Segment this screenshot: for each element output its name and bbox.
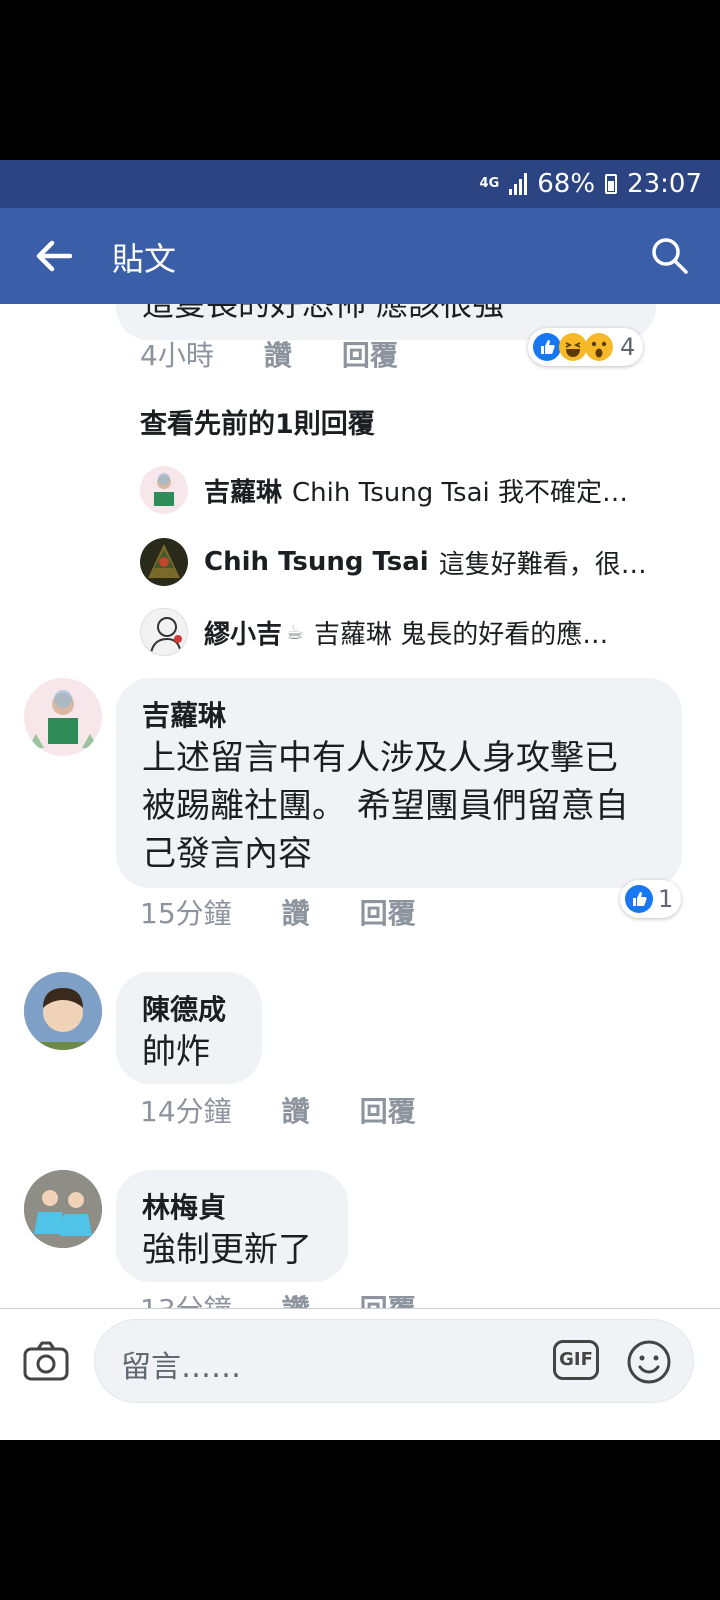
avatar <box>140 608 188 656</box>
like-button[interactable]: 讚 <box>282 892 310 932</box>
like-button[interactable]: 讚 <box>264 334 292 374</box>
like-button[interactable]: 讚 <box>282 1090 310 1130</box>
comment-meta: 4小時 讚 回覆 <box>140 334 398 374</box>
reaction-count: 1 <box>658 885 674 913</box>
avatar[interactable] <box>24 972 102 1050</box>
comment-text: 這隻長的好恐怖 應該很強 <box>142 304 505 323</box>
reaction-summary[interactable]: 4 <box>528 328 644 366</box>
avatar[interactable] <box>24 678 102 756</box>
comment-author[interactable]: 陳德成 <box>142 988 226 1028</box>
comment-meta: 15分鐘 讚 回覆 <box>140 892 416 932</box>
comments-feed: 這隻長的好恐怖 應該很強 4小時 讚 回覆 4 查看先前的1則回覆 吉蘿琳 Ch… <box>0 304 720 1440</box>
comment-line: 己發言內容 <box>142 834 312 874</box>
reply-author: Chih Tsung Tsai <box>204 547 429 577</box>
comment-author[interactable]: 吉蘿琳 <box>142 694 226 734</box>
avatar <box>140 466 188 514</box>
reply-author: 繆小吉 <box>204 619 283 650</box>
gif-button[interactable]: GIF <box>553 1340 599 1380</box>
reply-text: 這隻好難看，很… <box>438 549 647 580</box>
clock: 23:07 <box>627 169 702 199</box>
comment-line: 強制更新了 <box>142 1230 312 1270</box>
status-bar: 4G 68% 23:07 <box>0 160 720 208</box>
signal-icon <box>509 173 528 195</box>
reply-button[interactable]: 回覆 <box>360 892 416 932</box>
reply-text: Chih Tsung Tsai 我不確定… <box>292 477 629 508</box>
avatar[interactable] <box>24 1170 102 1248</box>
comment-line: 帥炸 <box>142 1032 210 1072</box>
coffee-icon: ☕ <box>286 620 304 644</box>
page-title: 貼文 <box>112 240 177 278</box>
reply-author: 吉蘿琳 <box>204 477 283 508</box>
avatar <box>140 538 188 586</box>
reply-text: 吉蘿琳 鬼長的好看的應… <box>313 619 609 650</box>
app-bar: 貼文 <box>0 208 720 304</box>
like-icon <box>625 885 653 913</box>
camera-icon[interactable] <box>22 1337 70 1385</box>
comment-bubble: 陳德成 帥炸 <box>116 972 262 1084</box>
emoji-icon[interactable] <box>625 1338 673 1386</box>
comment-composer: 留言…… GIF <box>0 1308 720 1440</box>
wow-icon <box>585 333 613 361</box>
network-type: 4G <box>479 176 500 191</box>
comment-line: 上述留言中有人涉及人身攻擊已 <box>142 738 618 778</box>
comment-time: 4小時 <box>140 339 214 372</box>
comment-bubble: 林梅貞 強制更新了 <box>116 1170 348 1282</box>
reaction-count: 4 <box>620 333 636 361</box>
comment-input-placeholder: 留言…… <box>121 1350 241 1385</box>
comment-time: 14分鐘 <box>140 1095 232 1128</box>
comment-bubble: 吉蘿琳 上述留言中有人涉及人身攻擊已 被踢離社團。 希望團員們留意自 己發言內容 <box>116 678 682 888</box>
reply-button[interactable]: 回覆 <box>360 1090 416 1130</box>
comment-author[interactable]: 林梅貞 <box>142 1186 226 1226</box>
reply-preview[interactable]: 吉蘿琳 Chih Tsung Tsai 我不確定… <box>140 466 628 514</box>
reaction-summary[interactable]: 1 <box>620 880 682 918</box>
arrow-left-icon[interactable] <box>30 232 78 280</box>
screen: 4G 68% 23:07 貼文 這隻長的好恐怖 應該很強 4小時 讚 回覆 4 … <box>0 160 720 1440</box>
view-previous-replies-link[interactable]: 查看先前的1則回覆 <box>140 402 375 441</box>
reply-button[interactable]: 回覆 <box>342 334 398 374</box>
comment-meta: 14分鐘 讚 回覆 <box>140 1090 416 1130</box>
battery-icon <box>605 174 618 194</box>
battery-percent: 68% <box>537 169 596 199</box>
search-icon[interactable] <box>646 232 694 280</box>
comment-time: 15分鐘 <box>140 897 232 930</box>
reply-preview[interactable]: 繆小吉 ☕ 吉蘿琳 鬼長的好看的應… <box>140 608 608 656</box>
comment-input[interactable]: 留言…… GIF <box>94 1319 694 1403</box>
comment-line: 被踢離社團。 希望團員們留意自 <box>142 786 629 826</box>
reply-preview[interactable]: Chih Tsung Tsai 這隻好難看，很… <box>140 538 647 586</box>
